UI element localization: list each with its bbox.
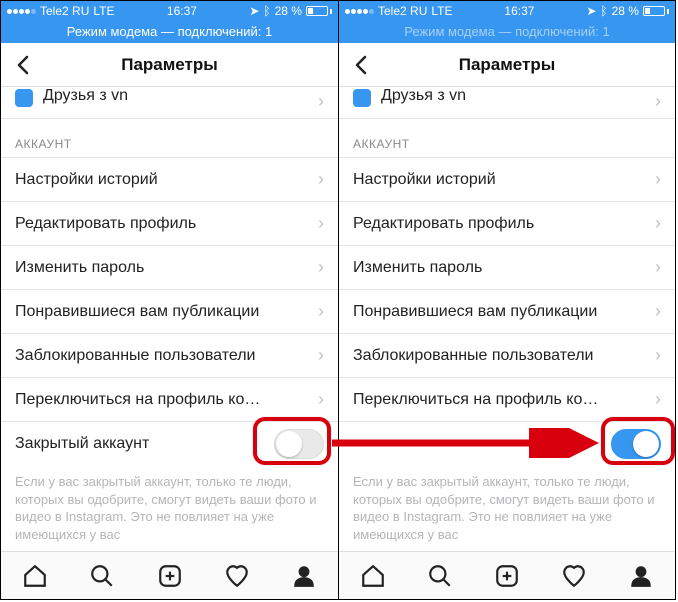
page-title: Параметры <box>1 55 338 75</box>
row-switch-profile[interactable]: Переключиться на профиль ко…› <box>1 377 338 421</box>
back-button[interactable] <box>339 43 383 87</box>
section-header-account: АККАУНТ <box>1 119 338 157</box>
location-arrow-icon: ➤ <box>249 4 259 18</box>
tab-home[interactable] <box>339 552 406 599</box>
signal-dots-icon <box>7 9 36 14</box>
row-edit-profile[interactable]: Редактировать профиль› <box>1 201 338 245</box>
chevron-right-icon: › <box>655 257 661 278</box>
location-arrow-icon: ➤ <box>586 4 596 18</box>
chevron-right-icon: › <box>318 213 324 234</box>
private-account-label: Закрытый аккаунт <box>15 435 149 453</box>
clock-label: 16:37 <box>504 4 534 18</box>
chevron-right-icon: › <box>655 389 661 410</box>
profile-icon <box>628 563 654 589</box>
chevron-right-icon: › <box>655 169 661 190</box>
status-bar: Tele2 RU LTE 16:37 ➤ ᛒ 28 % <box>1 1 338 21</box>
battery-icon <box>643 6 669 16</box>
chevron-right-icon: › <box>318 301 324 322</box>
list-item[interactable]: Друзья з vn › <box>1 87 338 119</box>
search-icon <box>89 563 115 589</box>
tab-home[interactable] <box>1 552 68 599</box>
tab-profile[interactable] <box>608 552 675 599</box>
truncated-prev-label: Друзья з vn <box>43 87 128 105</box>
tab-bar <box>339 551 675 599</box>
tab-profile[interactable] <box>271 552 338 599</box>
private-help-text: Если у вас закрытый аккаунт, только те л… <box>1 465 338 543</box>
row-story-settings[interactable]: Настройки историй› <box>339 157 675 201</box>
row-blocked-users[interactable]: Заблокированные пользователи› <box>339 333 675 377</box>
row-blocked-users[interactable]: Заблокированные пользователи› <box>1 333 338 377</box>
row-change-password[interactable]: Изменить пароль› <box>339 245 675 289</box>
row-story-settings[interactable]: Настройки историй› <box>1 157 338 201</box>
signal-dots-icon <box>345 9 374 14</box>
tab-add[interactable] <box>136 552 203 599</box>
bluetooth-icon: ᛒ <box>600 4 607 18</box>
carrier-label: Tele2 RU <box>40 4 89 18</box>
heart-icon <box>561 563 587 589</box>
carrier-label: Tele2 RU <box>378 4 427 18</box>
heart-icon <box>224 563 250 589</box>
tab-add[interactable] <box>473 552 540 599</box>
chevron-right-icon: › <box>655 345 661 366</box>
chevron-right-icon: › <box>318 257 324 278</box>
nav-bar: Параметры <box>1 43 338 87</box>
row-edit-profile[interactable]: Редактировать профиль› <box>339 201 675 245</box>
home-icon <box>22 563 48 589</box>
network-label: LTE <box>431 4 452 18</box>
bluetooth-icon: ᛒ <box>263 4 270 18</box>
annotation-arrow-icon <box>330 428 605 458</box>
hotspot-bar: Режим модема — подключений: 1 <box>339 21 675 43</box>
chevron-right-icon: › <box>318 345 324 366</box>
tab-activity[interactable] <box>203 552 270 599</box>
page-title: Параметры <box>339 55 675 75</box>
profile-icon <box>291 563 317 589</box>
row-liked-posts[interactable]: Понравившиеся вам публикации› <box>1 289 338 333</box>
chevron-right-icon: › <box>318 91 324 112</box>
chevron-right-icon: › <box>655 213 661 234</box>
tab-activity[interactable] <box>541 552 608 599</box>
battery-pct-label: 28 % <box>275 4 302 18</box>
search-icon <box>427 563 453 589</box>
tab-search[interactable] <box>406 552 473 599</box>
private-help-text: Если у вас закрытый аккаунт, только те л… <box>339 465 675 543</box>
vk-icon <box>15 89 33 107</box>
phone-right: Tele2 RU LTE 16:37 ➤ ᛒ 28 % Режим модема… <box>338 1 675 599</box>
status-bar: Tele2 RU LTE 16:37 ➤ ᛒ 28 % <box>339 1 675 21</box>
network-label: LTE <box>93 4 114 18</box>
hotspot-bar: Режим модема — подключений: 1 <box>1 21 338 43</box>
row-liked-posts[interactable]: Понравившиеся вам публикации› <box>339 289 675 333</box>
battery-pct-label: 28 % <box>612 4 639 18</box>
truncated-prev-label: Друзья з vn <box>381 87 466 105</box>
list-item[interactable]: Друзья з vn › <box>339 87 675 119</box>
chevron-right-icon: › <box>655 91 661 112</box>
chevron-right-icon: › <box>318 169 324 190</box>
chevron-left-icon <box>355 55 367 75</box>
nav-bar: Параметры <box>339 43 675 87</box>
row-private-account: Закрытый аккаунт <box>1 421 338 465</box>
tab-bar <box>1 551 338 599</box>
back-button[interactable] <box>1 43 45 87</box>
add-post-icon <box>494 563 520 589</box>
chevron-right-icon: › <box>655 301 661 322</box>
section-header-account: АККАУНТ <box>339 119 675 157</box>
private-account-toggle[interactable] <box>611 429 661 459</box>
add-post-icon <box>157 563 183 589</box>
row-change-password[interactable]: Изменить пароль› <box>1 245 338 289</box>
tab-search[interactable] <box>68 552 135 599</box>
chevron-right-icon: › <box>318 389 324 410</box>
phone-left: Tele2 RU LTE 16:37 ➤ ᛒ 28 % Режим модема… <box>1 1 338 599</box>
battery-icon <box>306 6 332 16</box>
private-account-toggle[interactable] <box>274 429 324 459</box>
clock-label: 16:37 <box>167 4 197 18</box>
home-icon <box>360 563 386 589</box>
vk-icon <box>353 89 371 107</box>
chevron-left-icon <box>17 55 29 75</box>
row-switch-profile[interactable]: Переключиться на профиль ко…› <box>339 377 675 421</box>
